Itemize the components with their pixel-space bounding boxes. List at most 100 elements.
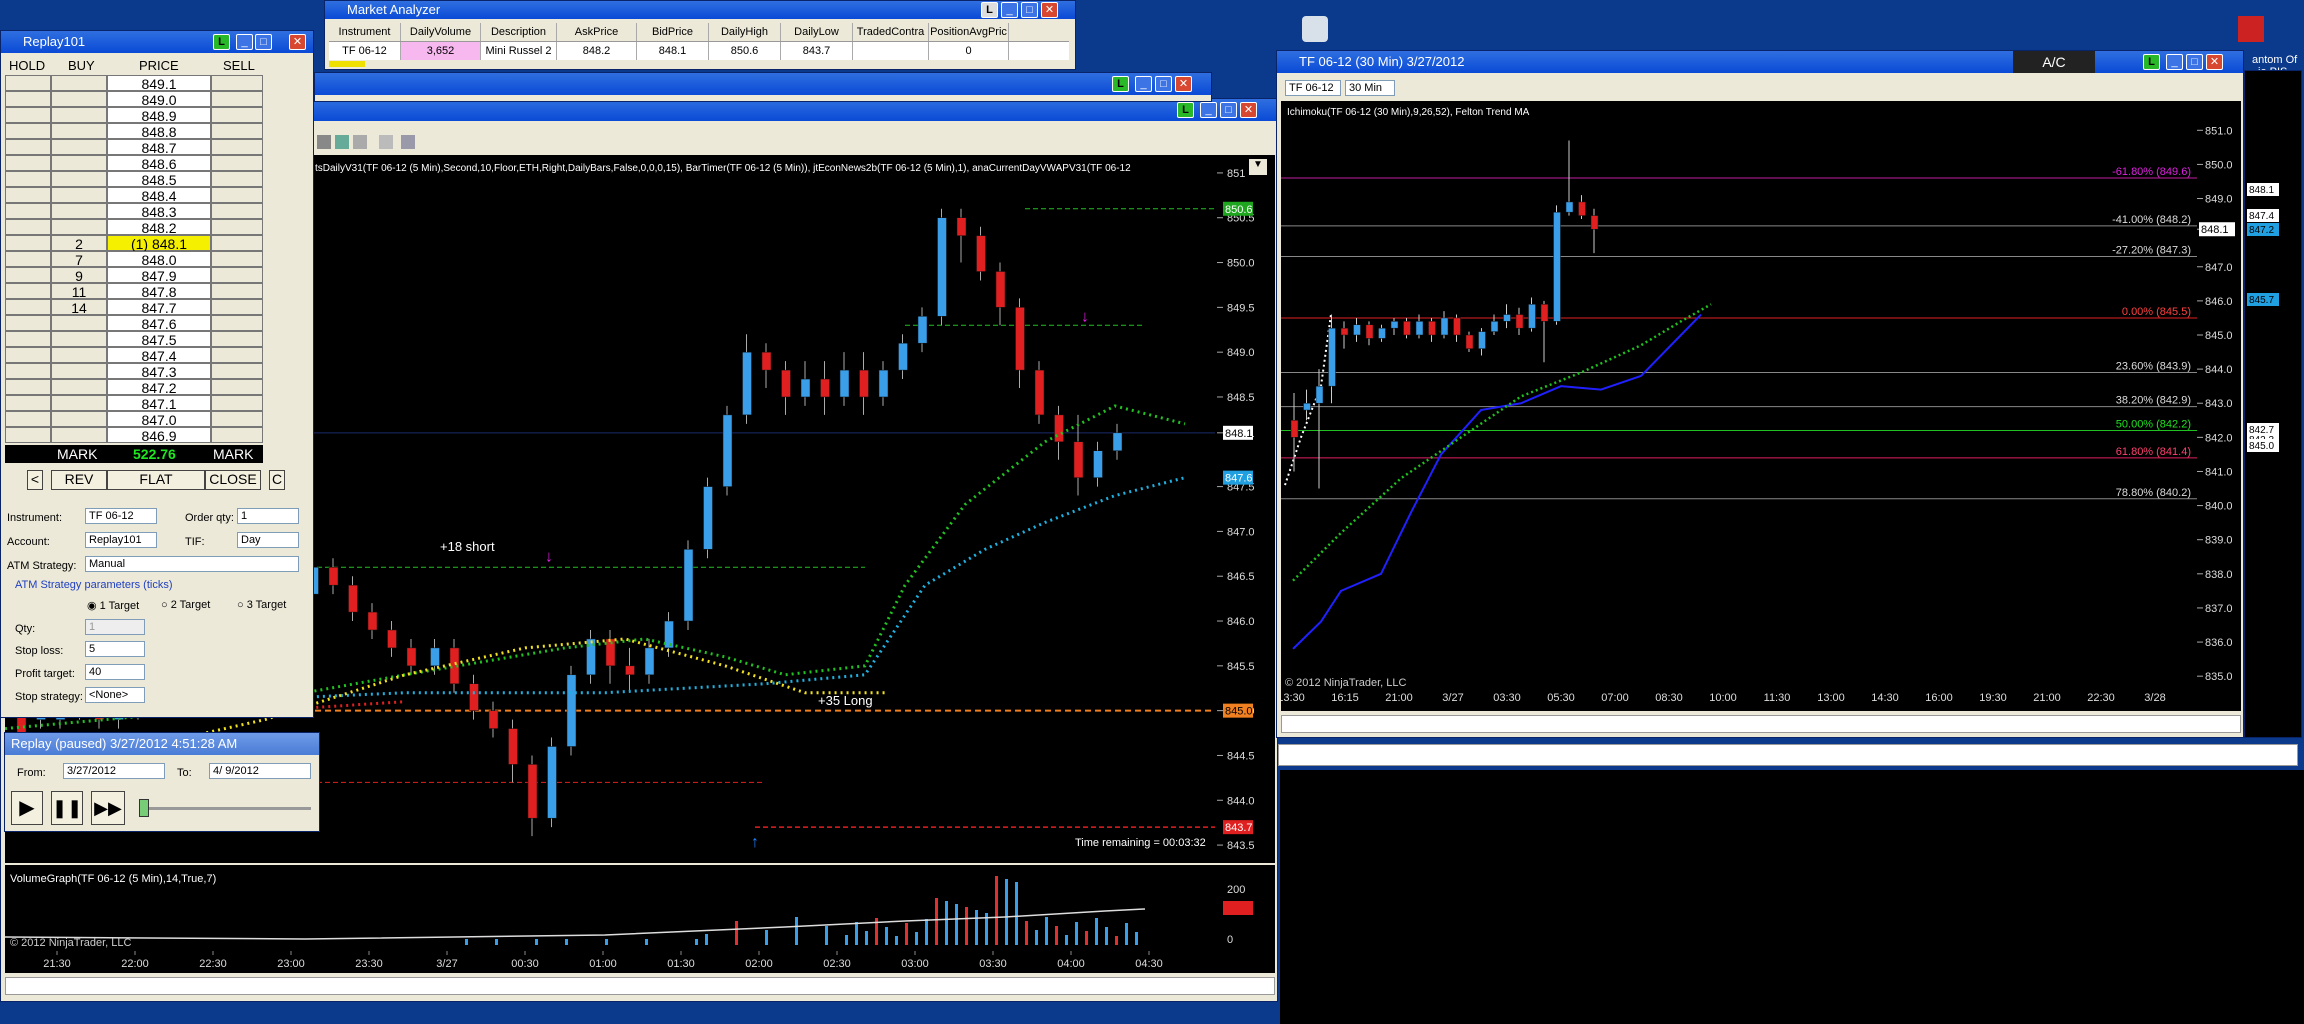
rev-button[interactable]: REV [51, 470, 107, 490]
hold-cell[interactable] [5, 171, 51, 187]
hold-cell[interactable] [5, 395, 51, 411]
analyzer-header-cell[interactable]: Description [481, 23, 557, 41]
link-button[interactable]: L [213, 34, 230, 50]
zoom-icon[interactable] [335, 135, 349, 149]
buy-cell[interactable] [51, 107, 107, 123]
maximize-button[interactable]: □ [255, 34, 272, 50]
desktop-bin-icon[interactable] [1302, 16, 1328, 42]
price-chart-30min[interactable]: -61.80% (849.6) -41.00% (848.2) -27.20% (8… [1281, 101, 2241, 711]
hold-cell[interactable] [5, 331, 51, 347]
hold-cell[interactable] [5, 91, 51, 107]
dom-row[interactable]: 847.6 [5, 315, 263, 332]
hold-cell[interactable] [5, 411, 51, 427]
dom-row[interactable]: 11 847.8 [5, 283, 263, 300]
sell-cell[interactable] [211, 219, 263, 235]
dom-row[interactable]: 847.5 [5, 331, 263, 348]
hold-cell[interactable] [5, 235, 51, 251]
price-cell[interactable]: 848.4 [107, 187, 211, 204]
to-date[interactable]: 4/ 9/2012 [209, 763, 311, 779]
hold-cell[interactable] [5, 363, 51, 379]
hold-cell[interactable] [5, 315, 51, 331]
link-button[interactable]: L [1112, 76, 1129, 92]
analyzer-header-cell[interactable]: Instrument [329, 23, 401, 41]
buy-cell[interactable] [51, 427, 107, 443]
sell-cell[interactable] [211, 267, 263, 283]
hold-cell[interactable] [5, 107, 51, 123]
close-button[interactable]: ✕ [1041, 2, 1058, 18]
pdf-icon[interactable] [2238, 16, 2264, 42]
dom-row[interactable]: 847.1 [5, 395, 263, 412]
dom-row[interactable]: 848.5 [5, 171, 263, 188]
account-select[interactable]: Replay101 [85, 532, 157, 548]
price-cell[interactable]: 848.0 [107, 251, 211, 268]
price-cell[interactable]: 847.5 [107, 331, 211, 348]
dom-row[interactable]: 849.1 [5, 75, 263, 92]
dom-row[interactable]: 847.0 [5, 411, 263, 428]
price-cell[interactable]: 846.9 [107, 427, 211, 444]
sell-cell[interactable] [211, 331, 263, 347]
hold-cell[interactable] [5, 219, 51, 235]
bar-type-icon[interactable] [317, 135, 331, 149]
target-2-radio[interactable]: ○ 2 Target [161, 599, 210, 611]
dom-row[interactable]: 847.3 [5, 363, 263, 380]
close-position-button[interactable]: CLOSE [205, 470, 261, 490]
buy-cell[interactable]: 2 [51, 235, 107, 252]
market-analyzer-titlebar[interactable]: Market Analyzer [325, 1, 1075, 19]
sell-cell[interactable] [211, 427, 263, 443]
price-cell[interactable]: 848.3 [107, 203, 211, 220]
hold-cell[interactable] [5, 283, 51, 299]
hold-cell[interactable] [5, 187, 51, 203]
maximize-button[interactable]: □ [1155, 76, 1172, 92]
sell-cell[interactable] [211, 235, 263, 251]
price-cell[interactable]: 847.4 [107, 347, 211, 364]
horizontal-scrollbar[interactable] [5, 977, 1275, 995]
price-cell[interactable]: 848.6 [107, 155, 211, 172]
buy-cell[interactable] [51, 139, 107, 155]
pause-button[interactable]: ❚❚ [51, 791, 83, 825]
link-button[interactable]: L [2143, 54, 2160, 70]
dom-row[interactable]: 846.9 [5, 427, 263, 444]
buy-cell[interactable]: 7 [51, 251, 107, 268]
sell-cell[interactable] [211, 251, 263, 267]
minimize-button[interactable]: _ [1200, 102, 1217, 118]
minimize-button[interactable]: _ [2166, 54, 2183, 70]
price-cell[interactable]: 847.7 [107, 299, 211, 316]
buy-cell[interactable] [51, 315, 107, 331]
horizontal-scrollbar-30[interactable] [1281, 715, 2241, 733]
price-cell[interactable]: (1) 848.1 [107, 235, 211, 252]
stop-strategy-select[interactable]: <None> [85, 687, 145, 703]
bottom-scrollbar-right[interactable] [1278, 744, 2298, 766]
from-date[interactable]: 3/27/2012 [63, 763, 165, 779]
price-cell[interactable]: 847.0 [107, 411, 211, 428]
close-button[interactable]: ✕ [289, 34, 306, 50]
dom-row[interactable]: 848.6 [5, 155, 263, 172]
dom-row[interactable]: 14 847.7 [5, 299, 263, 316]
buy-cell[interactable] [51, 411, 107, 427]
maximize-button[interactable]: □ [1021, 2, 1038, 18]
buy-cell[interactable] [51, 395, 107, 411]
sell-cell[interactable] [211, 379, 263, 395]
maximize-button[interactable]: □ [2186, 54, 2203, 70]
sell-cell[interactable] [211, 315, 263, 331]
dom-row[interactable]: 848.3 [5, 203, 263, 220]
sell-cell[interactable] [211, 155, 263, 171]
price-cell[interactable]: 848.2 [107, 219, 211, 236]
price-cell[interactable]: 848.8 [107, 123, 211, 140]
buy-cell[interactable] [51, 75, 107, 91]
background-titlebar[interactable] [315, 73, 1211, 95]
volume-panel[interactable]: 2001200 VolumeGraph(TF 06-12 (5 Min),14,… [5, 865, 1275, 951]
target-3-radio[interactable]: ○ 3 Target [237, 599, 286, 611]
instrument-select[interactable]: TF 06-12 [85, 508, 157, 524]
price-cell[interactable]: 848.7 [107, 139, 211, 156]
dom-row[interactable]: 2 (1) 848.1 [5, 235, 263, 252]
hold-cell[interactable] [5, 123, 51, 139]
analyzer-header-cell[interactable]: DailyHigh [709, 23, 781, 41]
analyzer-data-row[interactable]: TF 06-12 3,652 Mini Russel 2 848.2 848.1 850.… [329, 42, 1069, 60]
target-1-radio[interactable]: ◉ 1 Target [87, 599, 139, 612]
sell-cell[interactable] [211, 187, 263, 203]
hold-cell[interactable] [5, 139, 51, 155]
sell-cell[interactable] [211, 203, 263, 219]
close-button[interactable]: ✕ [1240, 102, 1257, 118]
price-cell[interactable]: 848.9 [107, 107, 211, 124]
sell-cell[interactable] [211, 363, 263, 379]
